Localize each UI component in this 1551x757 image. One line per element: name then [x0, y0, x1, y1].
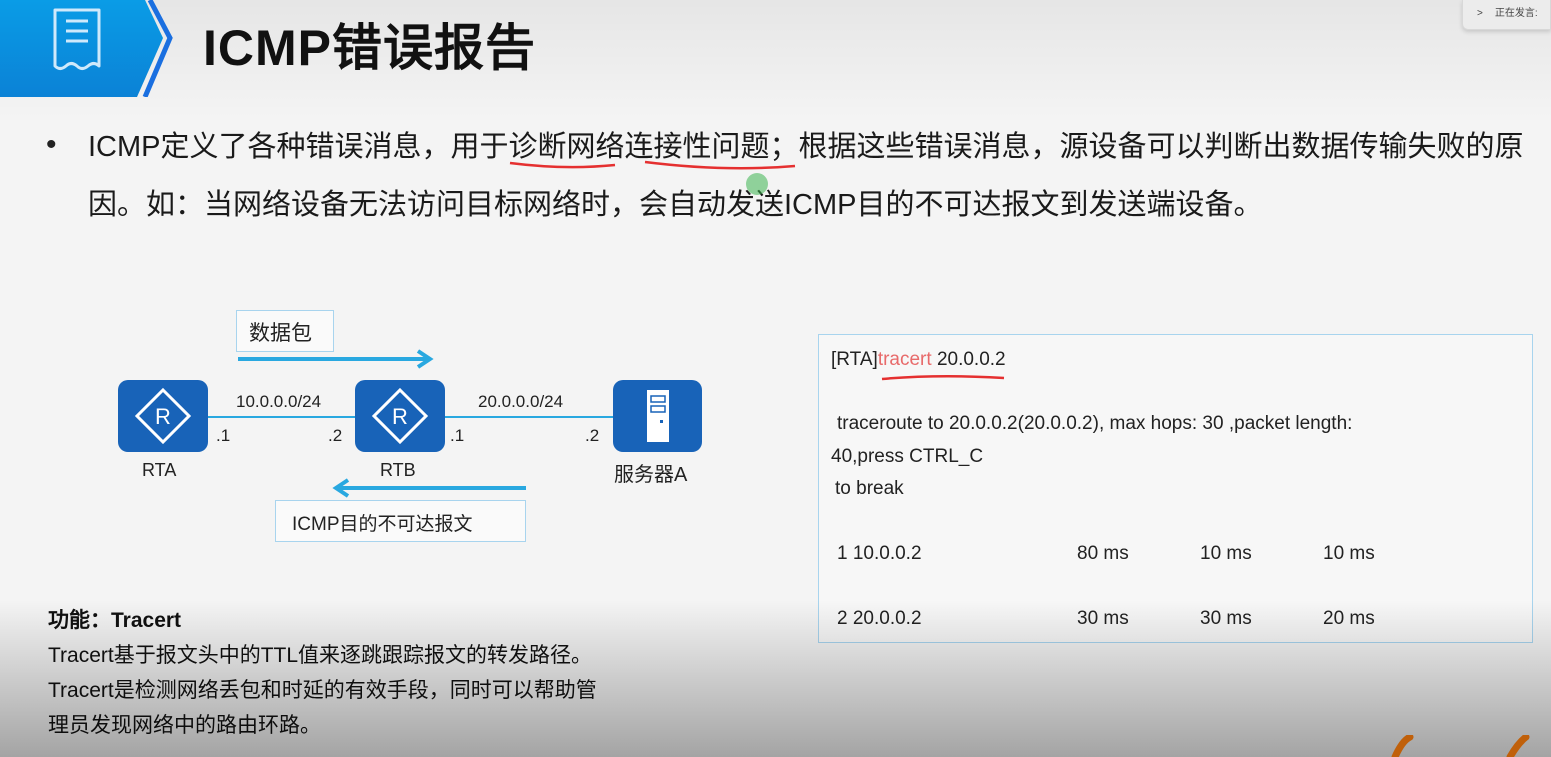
ip-rtb-left: .2 — [328, 426, 343, 445]
function-line-1: Tracert基于报文头中的TTL值来逐跳跟踪报文的转发路径。 — [48, 644, 593, 667]
router-icon: R — [371, 387, 429, 445]
router-icon: R — [134, 387, 192, 445]
net1-label: 10.0.0.0/24 — [236, 392, 322, 411]
page-title: ICMP错误报告 — [203, 20, 536, 76]
function-line-3: 理员发现网络中的路由环路。 — [48, 714, 321, 737]
svg-text:R: R — [392, 404, 408, 429]
orange-logo-fragment — [1391, 735, 1530, 757]
hop-2-t3: 20 ms — [1323, 608, 1375, 629]
hop-1-t3: 10 ms — [1323, 543, 1375, 564]
arrow-right-icon — [238, 349, 434, 369]
trace-line-1: traceroute to 20.0.0.2(20.0.0.2), max ho… — [837, 413, 1353, 434]
server-a[interactable] — [613, 380, 702, 452]
hop-1-t2: 10 ms — [1200, 543, 1252, 564]
ip-server: .2 — [585, 426, 600, 445]
rta-label: RTA — [142, 460, 177, 480]
pointer-cursor — [746, 173, 768, 195]
chevron-right-icon: > — [1477, 8, 1483, 19]
trace-line-2: 40,press CTRL_C — [831, 446, 984, 467]
intro-paragraph: ICMP定义了各种错误消息，用于诊断网络连接性问题；根据这些错误消息，源设备可以… — [88, 131, 1524, 221]
ip-rtb-right: .1 — [450, 426, 465, 445]
command: tracert — [877, 349, 932, 370]
function-heading: 功能：Tracert — [48, 609, 182, 632]
net2-label: 20.0.0.0/24 — [478, 392, 564, 411]
router-rtb[interactable]: R — [355, 380, 445, 452]
speaking-label: 正在发言: — [1494, 8, 1538, 19]
red-underline-annotation — [881, 374, 1005, 381]
icmp-label-box: ICMP目的不可达报文 — [275, 500, 526, 542]
hop-2: 2 20.0.0.2 — [837, 608, 922, 629]
hop-1: 1 10.0.0.2 — [837, 543, 922, 564]
trace-line-3: to break — [835, 478, 904, 499]
prompt: [RTA] — [831, 349, 878, 370]
server-label: 服务器A — [614, 464, 688, 486]
hop-2-t2: 30 ms — [1200, 608, 1252, 629]
arrow-left-icon — [332, 478, 526, 498]
tracert-output: [RTA]tracert 20.0.0.2 traceroute to 20.0… — [818, 334, 1533, 643]
ip-rta: .1 — [216, 426, 231, 445]
bullet: • — [46, 128, 57, 161]
target: 20.0.0.2 — [931, 349, 1006, 370]
rtb-label: RTB — [380, 460, 416, 480]
function-line-2: Tracert是检测网络丢包和时延的有效手段，同时可以帮助管 — [48, 679, 597, 702]
svg-text:R: R — [155, 404, 171, 429]
router-rta[interactable]: R — [118, 380, 208, 452]
hop-2-t1: 30 ms — [1077, 608, 1129, 629]
title-banner — [0, 0, 173, 97]
hop-1-t1: 80 ms — [1077, 543, 1129, 564]
function-section: 功能：Tracert Tracert基于报文头中的TTL值来逐跳跟踪报文的转发路… — [48, 603, 597, 743]
speaking-indicator[interactable]: > 正在发言: — [1462, 0, 1551, 30]
server-icon — [647, 390, 669, 442]
